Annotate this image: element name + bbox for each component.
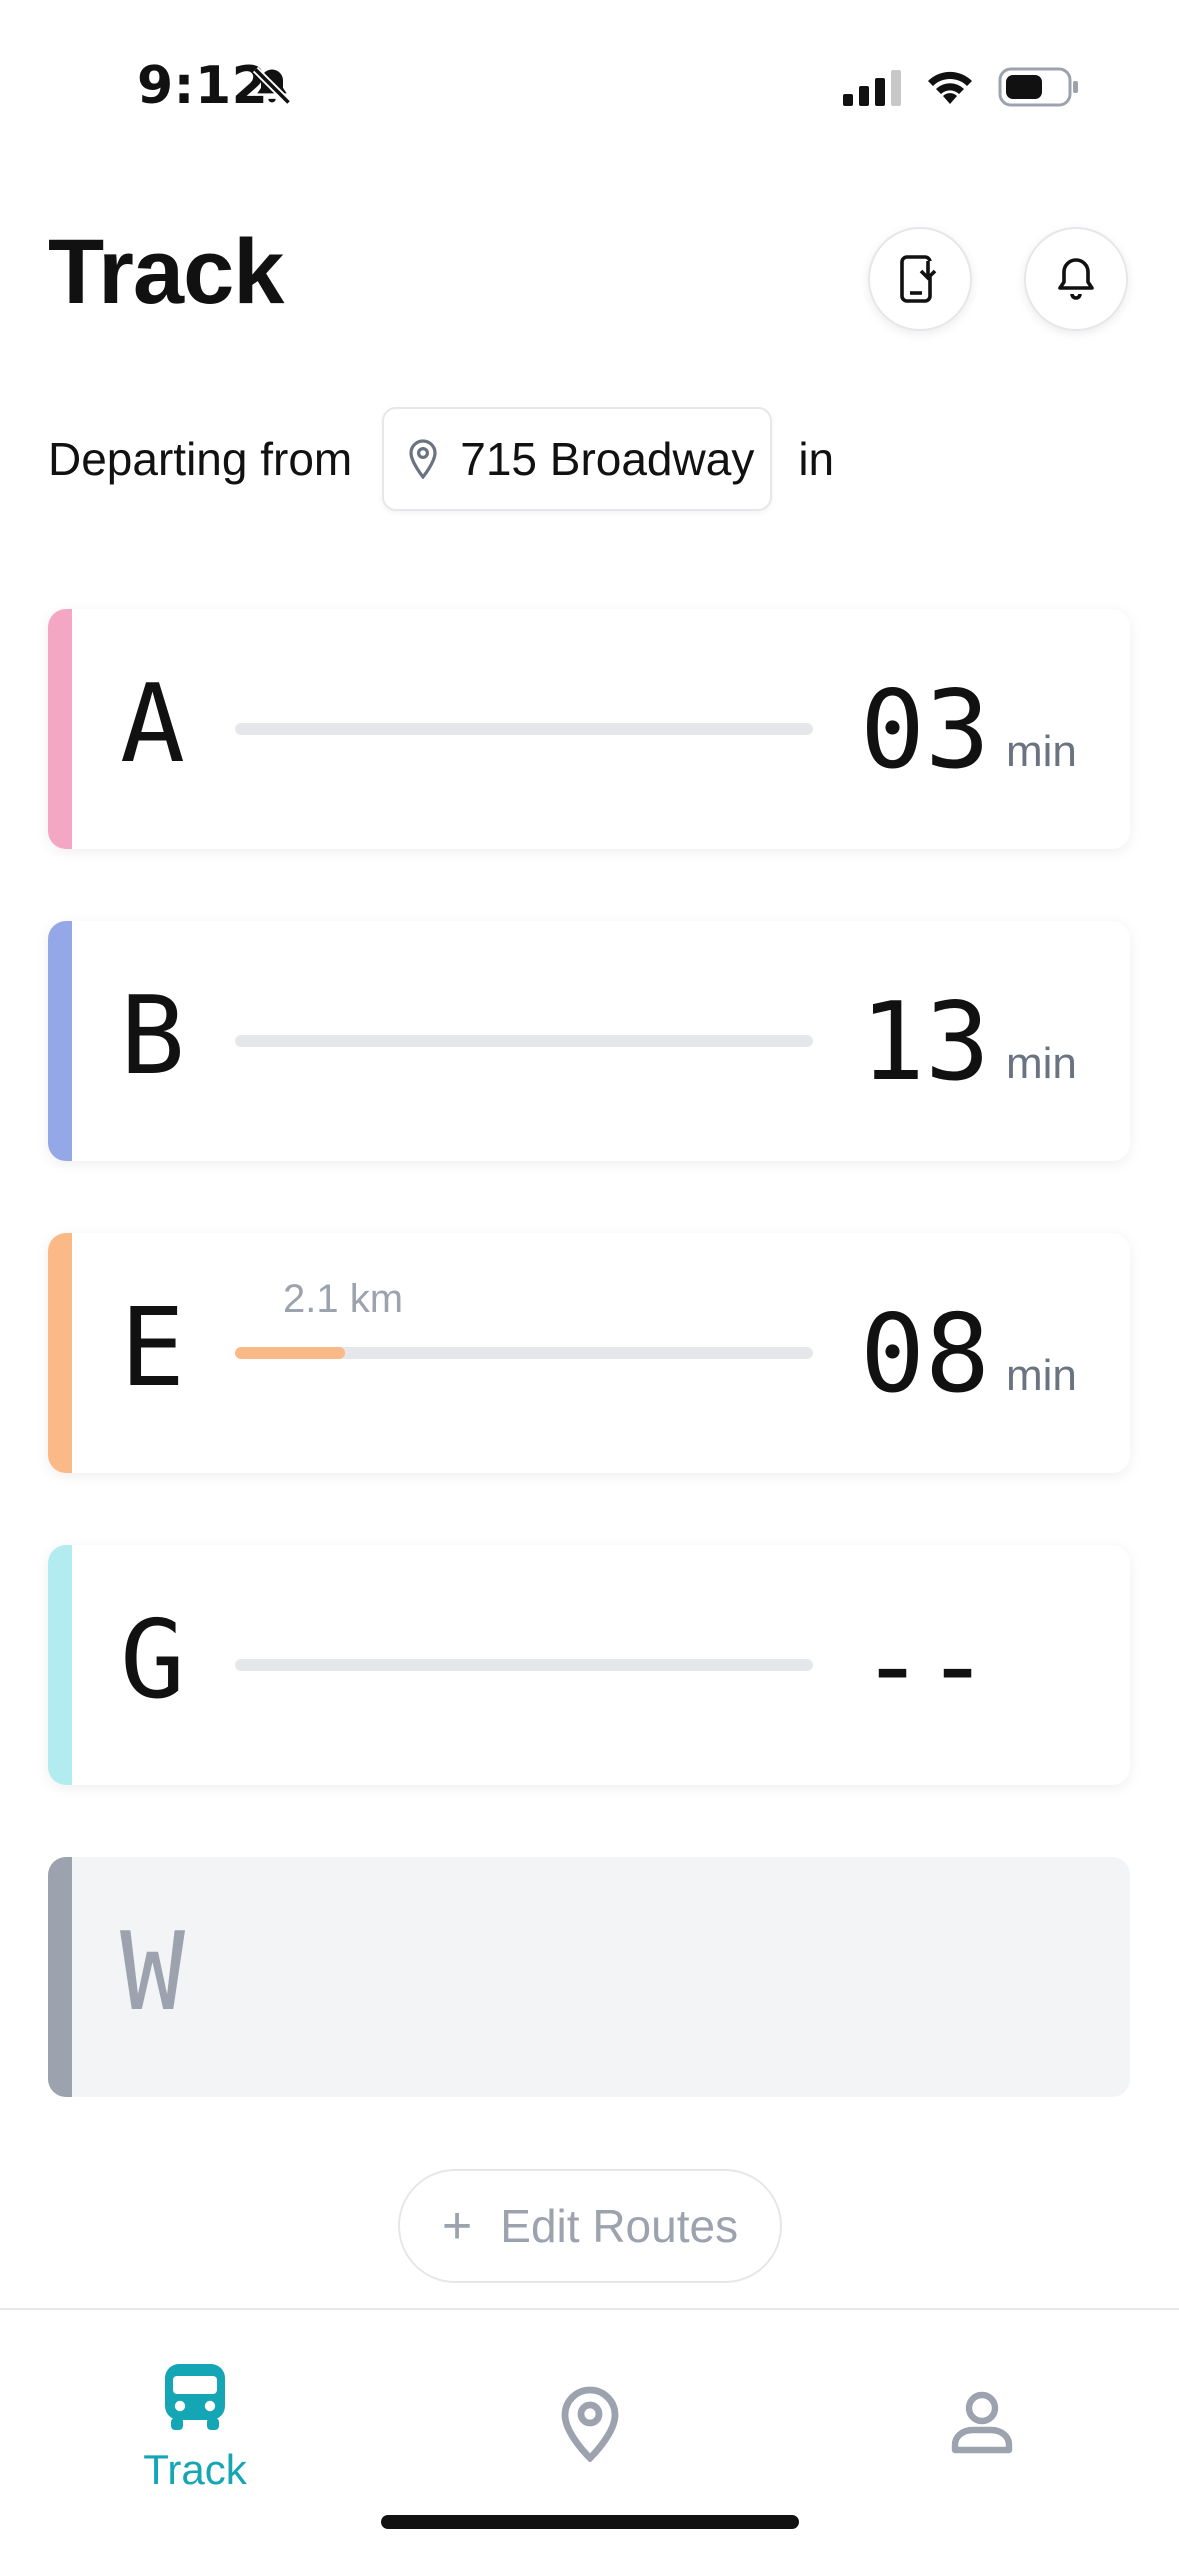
route-eta: -- [860, 1604, 991, 1729]
route-card-g[interactable]: G -- [48, 1545, 1130, 1785]
phone-download-button[interactable] [868, 227, 972, 331]
route-color-stripe [48, 609, 72, 849]
notifications-button[interactable] [1024, 227, 1128, 331]
route-eta: 08 [860, 1292, 991, 1417]
tab-track-label: Track [143, 2446, 247, 2493]
departing-row: Departing from 715 Broadway in [48, 405, 834, 513]
route-progress-fill [235, 1347, 345, 1359]
phone-download-icon [900, 255, 937, 303]
status-bar: 9:12 [0, 0, 1179, 170]
edit-routes-label: Edit Routes [500, 2200, 739, 2252]
tab-track[interactable]: Track [75, 2360, 315, 2494]
route-card-w[interactable]: W [48, 1857, 1130, 2097]
route-card-a[interactable]: A 03 min [48, 609, 1130, 849]
map-pin-icon [561, 2386, 619, 2462]
route-distance: 2.1 km [283, 1277, 404, 1321]
tab-map[interactable] [470, 2386, 710, 2462]
location-pin-icon [409, 439, 437, 479]
route-progress-track [235, 1035, 813, 1047]
departing-suffix: in [798, 433, 835, 485]
route-eta: 13 [860, 980, 991, 1105]
user-icon [951, 2391, 1013, 2454]
route-card-b[interactable]: B 13 min [48, 921, 1130, 1161]
bus-icon [165, 2364, 225, 2430]
wifi-icon [928, 71, 972, 104]
bell-slash-icon [252, 66, 292, 106]
route-letter: W [120, 1910, 186, 2035]
plus-icon: + [441, 2197, 473, 2255]
location-label: 715 Broadway [460, 433, 755, 485]
route-progress-track [235, 1347, 813, 1359]
route-color-stripe [48, 921, 72, 1161]
route-eta-unit: min [1006, 1039, 1077, 1088]
route-letter: E [120, 1286, 186, 1411]
route-letter: G [120, 1598, 186, 1723]
departing-prefix: Departing from [48, 433, 353, 485]
location-picker[interactable]: 715 Broadway [382, 407, 773, 511]
route-progress-track [235, 1659, 813, 1671]
edit-routes-button[interactable]: + Edit Routes [398, 2169, 782, 2283]
page-title: Track [48, 221, 284, 323]
cellular-signal-icon [843, 70, 901, 106]
route-card-e[interactable]: E 2.1 km 08 min [48, 1233, 1130, 1473]
route-letter: B [120, 974, 186, 1099]
tab-profile[interactable] [862, 2390, 1102, 2454]
route-eta: 03 [860, 668, 991, 793]
route-color-stripe [48, 1857, 72, 2097]
route-color-stripe [48, 1545, 72, 1785]
route-color-stripe [48, 1233, 72, 1473]
route-progress-track [235, 723, 813, 735]
route-eta-unit: min [1006, 1351, 1077, 1400]
home-indicator [381, 2515, 799, 2529]
status-time: 9:12 [137, 56, 269, 116]
battery-icon [998, 67, 1078, 107]
route-eta-unit: min [1006, 727, 1077, 776]
route-letter: A [120, 662, 186, 787]
bell-icon [1058, 258, 1094, 300]
